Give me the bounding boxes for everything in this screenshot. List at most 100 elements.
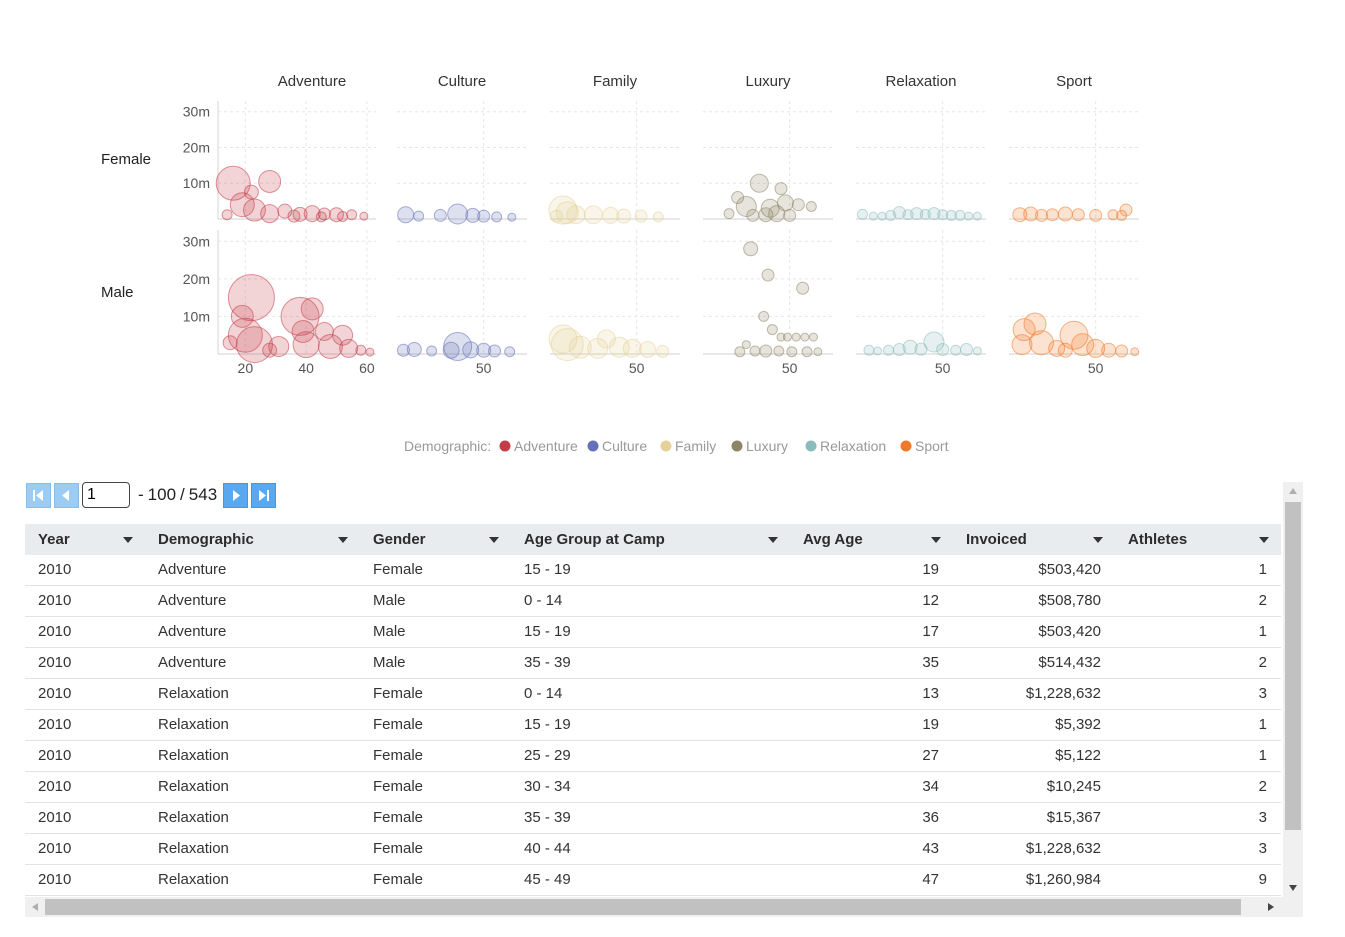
table-row[interactable]: 2010 Relaxation Female 45 - 49 47 $1,260,984 9	[25, 865, 1281, 896]
table-row[interactable]: 2010 Relaxation Female 35 - 39 36 $15,367 3	[25, 803, 1281, 834]
table-row[interactable]: 2010 Adventure Male 15 - 19 17 $503,420 1	[25, 617, 1281, 648]
bubble-sport-female	[1035, 208, 1048, 222]
cell-age-group-at-camp: 45 - 49	[524, 871, 571, 888]
cell-gender: Male	[373, 592, 406, 609]
bubble-sport-male	[1101, 342, 1117, 358]
cell-athletes: 2	[1258, 778, 1267, 795]
dropdown-arrow-icon[interactable]	[123, 537, 133, 543]
legend-swatch-relaxation	[805, 440, 817, 452]
cell-year: 2010	[38, 840, 72, 857]
facet-title-adventure: Adventure	[278, 73, 346, 90]
bubble-family-female	[566, 205, 586, 225]
table-row[interactable]: 2010 Relaxation Female 25 - 29 27 $5,122 1	[25, 741, 1281, 772]
cell-avg-age: 43	[922, 840, 939, 857]
bubble-culture-female	[397, 206, 415, 224]
bubble-relaxation-male	[950, 344, 962, 356]
bubble-luxury-male	[796, 281, 810, 295]
bubble-luxury-male	[783, 332, 792, 342]
cell-avg-age: 35	[922, 654, 939, 671]
bubble-luxury-male	[758, 310, 770, 322]
cell-invoiced: $503,420	[1038, 561, 1101, 578]
bubble-family-female	[652, 211, 664, 223]
table-row[interactable]: 2010 Relaxation Female 40 - 44 43 $1,228,632 3	[25, 834, 1281, 865]
table-row[interactable]: 2010 Relaxation Female 30 - 34 34 $10,245 2	[25, 772, 1281, 803]
cell-athletes: 2	[1258, 654, 1267, 671]
scroll-right-icon[interactable]	[1267, 902, 1275, 912]
bubble-relaxation-male	[873, 346, 883, 356]
column-header-year[interactable]: Year	[25, 524, 145, 555]
dropdown-arrow-icon[interactable]	[489, 537, 499, 543]
cell-demographic: Adventure	[158, 654, 227, 671]
cell-age-group-at-camp: 30 - 34	[524, 778, 571, 795]
bubble-family-male	[639, 340, 656, 358]
cell-invoiced: $514,432	[1038, 654, 1101, 671]
bubble-luxury-male	[809, 332, 818, 342]
column-header-demographic[interactable]: Demographic	[145, 524, 360, 555]
legend-label-luxury: Luxury	[746, 438, 788, 454]
dropdown-arrow-icon[interactable]	[931, 537, 941, 543]
bubble-luxury-male	[813, 347, 823, 357]
table-row[interactable]: 2010 Relaxation Female 0 - 14 13 $1,228,632 3	[25, 679, 1281, 710]
cell-year: 2010	[38, 778, 72, 795]
table-row[interactable]: 2010 Adventure Female 15 - 19 19 $503,420 1	[25, 555, 1281, 586]
bubble-relaxation-female	[857, 208, 868, 220]
bubble-sport-male	[1011, 334, 1033, 356]
vertical-scrollbar[interactable]	[1283, 482, 1303, 897]
dropdown-arrow-icon[interactable]	[1259, 537, 1269, 543]
column-header-invoiced[interactable]: Invoiced	[953, 524, 1115, 555]
bubble-sport-female	[1089, 208, 1103, 222]
cell-year: 2010	[38, 685, 72, 702]
dropdown-arrow-icon[interactable]	[768, 537, 778, 543]
y-tick-label: 20m	[183, 139, 210, 155]
bubble-relaxation-male	[883, 344, 894, 356]
cell-invoiced: $503,420	[1038, 623, 1101, 640]
bubble-adventure-male	[339, 338, 359, 358]
cell-invoiced: $15,367	[1046, 809, 1101, 826]
bubble-luxury-male	[749, 345, 761, 357]
bubble-culture-male	[406, 341, 422, 357]
bubble-sport-male	[1130, 347, 1140, 357]
bubble-luxury-male	[741, 340, 751, 350]
scroll-up-icon[interactable]	[1288, 487, 1298, 495]
column-header-athletes[interactable]: Athletes	[1115, 524, 1281, 555]
bubble-luxury-male	[786, 346, 798, 358]
table-row[interactable]: 2010 Adventure Male 0 - 14 12 $508,780 2	[25, 586, 1281, 617]
cell-invoiced: $5,392	[1055, 716, 1101, 733]
bubble-luxury-female	[783, 208, 797, 222]
horizontal-scroll-thumb[interactable]	[45, 899, 1241, 915]
dropdown-arrow-icon[interactable]	[1093, 537, 1103, 543]
scroll-down-icon[interactable]	[1288, 884, 1298, 892]
cell-gender: Female	[373, 809, 424, 826]
table-row[interactable]: 2010 Relaxation Female 15 - 19 19 $5,392 1	[25, 710, 1281, 741]
facet-title-family: Family	[593, 73, 638, 90]
cell-avg-age: 34	[922, 778, 939, 795]
bubble-adventure-female	[258, 169, 282, 193]
bubble-adventure-female	[337, 210, 349, 222]
table-row[interactable]: 2010 Adventure Male 35 - 39 35 $514,432 2	[25, 648, 1281, 679]
column-header-gender[interactable]: Gender	[360, 524, 511, 555]
bubble-relaxation-male	[863, 344, 875, 356]
x-tick-label: 50	[935, 360, 951, 376]
cell-year: 2010	[38, 716, 72, 733]
vertical-scroll-thumb[interactable]	[1285, 502, 1301, 830]
dropdown-arrow-icon[interactable]	[338, 537, 348, 543]
column-header-avg-age[interactable]: Avg Age	[790, 524, 953, 555]
bubble-adventure-male	[292, 331, 320, 359]
bubble-luxury-female	[746, 208, 760, 222]
horizontal-scrollbar[interactable]	[25, 897, 1303, 917]
cell-gender: Female	[373, 561, 424, 578]
bubble-culture-male	[504, 346, 516, 358]
bubble-luxury-female	[774, 182, 788, 196]
bubble-adventure-male	[262, 342, 278, 358]
cell-demographic: Adventure	[158, 623, 227, 640]
legend-swatch-luxury	[731, 440, 743, 452]
scroll-left-icon[interactable]	[31, 902, 39, 912]
cell-gender: Male	[373, 654, 406, 671]
bubble-luxury-female	[768, 205, 786, 223]
cell-gender: Female	[373, 685, 424, 702]
bubble-relaxation-male	[972, 346, 982, 356]
data-grid: Year Demographic Gender Age Group at Camp Av…	[25, 478, 1303, 918]
cell-demographic: Relaxation	[158, 747, 229, 764]
bubble-family-female	[634, 209, 648, 223]
column-header-age-group-at-camp[interactable]: Age Group at Camp	[511, 524, 790, 555]
